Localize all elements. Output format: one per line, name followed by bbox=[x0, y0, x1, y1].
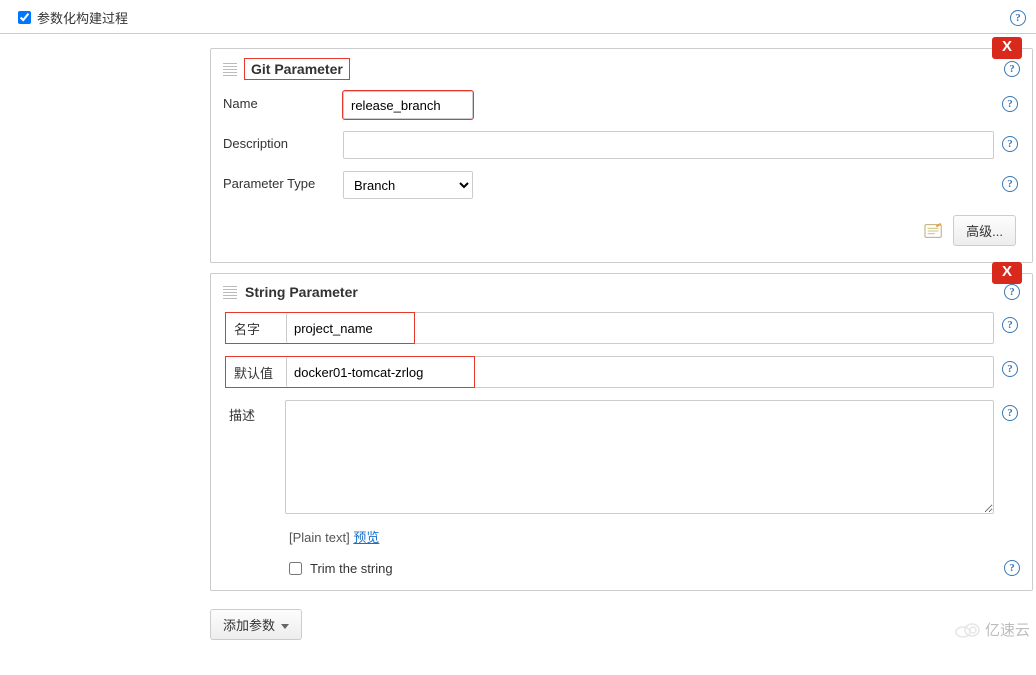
default-label: 默认值 bbox=[226, 358, 286, 387]
plaintext-label: [Plain text] bbox=[289, 530, 353, 545]
help-icon[interactable]: ? bbox=[1004, 560, 1020, 576]
help-icon[interactable]: ? bbox=[1002, 176, 1018, 192]
help-icon[interactable]: ? bbox=[1002, 96, 1018, 112]
delete-button[interactable]: X bbox=[992, 262, 1022, 284]
add-parameter-button[interactable]: 添加参数 bbox=[210, 609, 302, 640]
name-input[interactable] bbox=[286, 313, 406, 343]
trim-string-checkbox[interactable] bbox=[289, 562, 302, 575]
help-icon[interactable]: ? bbox=[1004, 61, 1020, 77]
block-title: Git Parameter bbox=[245, 59, 349, 79]
section-title: 参数化构建过程 bbox=[37, 8, 128, 27]
help-icon[interactable]: ? bbox=[1010, 10, 1026, 26]
default-value-input-extension[interactable] bbox=[475, 356, 994, 388]
description-textarea[interactable] bbox=[285, 400, 994, 514]
name-input-extension[interactable] bbox=[415, 312, 994, 344]
description-label: Description bbox=[223, 131, 343, 151]
block-title: String Parameter bbox=[245, 284, 358, 300]
git-parameter-block: X Git Parameter ? Name ? Description ? bbox=[210, 48, 1033, 263]
help-icon[interactable]: ? bbox=[1002, 136, 1018, 152]
description-label: 描述 bbox=[225, 400, 285, 424]
drag-handle-icon[interactable] bbox=[223, 62, 237, 76]
default-value-input[interactable] bbox=[286, 357, 466, 387]
help-icon[interactable]: ? bbox=[1002, 361, 1018, 377]
preview-link[interactable]: 预览 bbox=[353, 530, 379, 545]
drag-handle-icon[interactable] bbox=[223, 285, 237, 299]
notepad-icon bbox=[923, 222, 945, 240]
parameter-type-label: Parameter Type bbox=[223, 171, 343, 191]
advanced-button[interactable]: 高级... bbox=[953, 215, 1016, 246]
left-spacer bbox=[0, 34, 210, 648]
name-input[interactable] bbox=[343, 91, 473, 119]
description-input[interactable] bbox=[343, 131, 994, 159]
trim-string-label: Trim the string bbox=[310, 561, 393, 576]
parameterized-build-checkbox[interactable] bbox=[18, 11, 31, 24]
name-label: Name bbox=[223, 91, 343, 111]
help-icon[interactable]: ? bbox=[1004, 284, 1020, 300]
string-parameter-block: X String Parameter ? 名字 ? 默认值 bbox=[210, 273, 1033, 591]
name-label: 名字 bbox=[226, 314, 286, 343]
help-icon[interactable]: ? bbox=[1002, 317, 1018, 333]
help-icon[interactable]: ? bbox=[1002, 405, 1018, 421]
delete-button[interactable]: X bbox=[992, 37, 1022, 59]
section-header: 参数化构建过程 ? bbox=[0, 0, 1036, 34]
parameter-type-select[interactable]: Branch bbox=[343, 171, 473, 199]
